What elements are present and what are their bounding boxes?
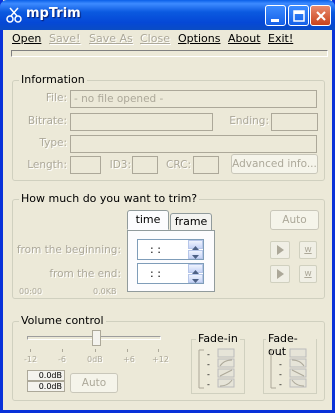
file-value: - no file opened - xyxy=(74,93,164,105)
play-icon xyxy=(277,269,284,279)
w-beginning-button[interactable]: w xyxy=(299,241,317,259)
db-right-readout: 0.0dB xyxy=(27,381,65,392)
tick xyxy=(95,349,96,352)
arrow-down-icon xyxy=(192,255,199,259)
scale-label: -12 xyxy=(24,355,38,364)
fade-in-title: Fade-in xyxy=(196,332,240,345)
tick xyxy=(127,349,128,352)
bitrate-label: Bitrate: xyxy=(27,115,67,127)
fade-in-options: - - - - xyxy=(198,348,235,389)
from-beginning-label: from the beginning: xyxy=(16,244,121,256)
menu-exit[interactable]: Exit! xyxy=(268,32,293,45)
from-beginning-up-arrow[interactable] xyxy=(188,240,203,250)
from-end-up-arrow[interactable] xyxy=(188,264,203,274)
volume-title: Volume control xyxy=(19,314,106,327)
scissors-icon xyxy=(6,7,22,23)
menu-save[interactable]: Save! xyxy=(49,32,80,45)
length-field xyxy=(70,156,101,174)
db-left-readout: 0.0dB xyxy=(27,370,65,381)
file-field: - no file opened - xyxy=(70,90,317,108)
crc-field xyxy=(193,156,219,174)
file-label: File: xyxy=(45,92,67,104)
menu-save-as[interactable]: Save As xyxy=(89,32,133,45)
volume-auto-button[interactable]: Auto xyxy=(70,373,118,393)
close-icon xyxy=(316,11,326,21)
close-window-button[interactable] xyxy=(310,5,331,26)
maximize-button[interactable] xyxy=(288,5,309,26)
svg-text:-: - xyxy=(279,370,282,379)
crc-label: CRC: xyxy=(166,159,191,171)
scale-label: +12 xyxy=(152,355,169,364)
tab-frame[interactable]: frame xyxy=(170,213,212,230)
w-end-button[interactable]: w xyxy=(299,265,317,283)
menu-open[interactable]: Open xyxy=(12,32,41,45)
information-group: Information File: - no file opened - Bit… xyxy=(12,73,325,181)
window-title: mpTrim xyxy=(26,6,81,21)
svg-text:-: - xyxy=(207,370,210,379)
svg-text:-: - xyxy=(207,360,210,369)
tick xyxy=(158,349,159,352)
volume-slider-thumb[interactable] xyxy=(92,330,101,346)
type-label: Type: xyxy=(39,137,67,149)
from-beginning-value: : : xyxy=(150,243,161,256)
volume-group: Volume control -12 -6 0dB +6 +12 0.0dB 0… xyxy=(12,314,325,401)
from-beginning-spinner[interactable]: : : xyxy=(137,239,204,260)
menu-close[interactable]: Close xyxy=(140,32,170,45)
id3-label: ID3: xyxy=(109,159,131,171)
trim-group: How much do you want to trim? time frame… xyxy=(12,192,325,299)
bitrate-field xyxy=(70,113,213,131)
play-icon xyxy=(277,245,284,255)
minimize-icon xyxy=(271,19,279,22)
menu-about[interactable]: About xyxy=(228,32,261,45)
from-end-spinner[interactable]: : : xyxy=(137,263,204,284)
from-beginning-down-arrow[interactable] xyxy=(188,250,203,259)
type-field xyxy=(70,135,317,153)
tick xyxy=(30,349,31,352)
menu-options[interactable]: Options xyxy=(178,32,220,45)
play-end-button[interactable] xyxy=(270,265,290,283)
from-end-down-arrow[interactable] xyxy=(188,274,203,283)
menu-bar: Open Save! Save As Close Options About E… xyxy=(6,30,332,48)
time-readout: 00:00 xyxy=(19,287,43,296)
title-bar[interactable]: mpTrim xyxy=(0,0,335,30)
id3-field xyxy=(132,156,158,174)
fade-in-group: Fade-in - - - - xyxy=(191,332,245,394)
progress-strip xyxy=(11,50,328,57)
advanced-info-button[interactable]: Advanced info... xyxy=(231,154,318,174)
fade-out-options: - - - - xyxy=(270,348,307,389)
scale-label: 0dB xyxy=(87,355,103,364)
scale-label: +6 xyxy=(123,355,135,364)
svg-text:-: - xyxy=(207,380,210,389)
from-end-value: : : xyxy=(150,267,161,280)
svg-text:-: - xyxy=(279,350,282,359)
svg-text:-: - xyxy=(207,350,210,359)
svg-text:-: - xyxy=(279,380,282,389)
arrow-down-icon xyxy=(192,279,199,283)
length-label: Length: xyxy=(27,159,67,171)
play-beginning-button[interactable] xyxy=(270,241,290,259)
tick xyxy=(62,349,63,352)
scale-label: -6 xyxy=(58,355,66,364)
ending-field xyxy=(271,113,318,131)
svg-text:-: - xyxy=(279,360,282,369)
maximize-icon xyxy=(293,10,305,22)
information-title: Information xyxy=(19,73,87,86)
from-end-label: from the end: xyxy=(49,268,121,280)
main-window: mpTrim Open Save! Save As Close Options … xyxy=(0,0,335,413)
ending-label: Ending: xyxy=(229,115,269,127)
fade-out-group: Fade-out - - - - xyxy=(263,332,317,394)
trim-title: How much do you want to trim? xyxy=(19,192,200,205)
tab-time[interactable]: time xyxy=(127,210,169,230)
minimize-button[interactable] xyxy=(265,5,286,26)
size-readout: 0.0KB xyxy=(93,287,117,296)
trim-auto-button[interactable]: Auto xyxy=(270,210,319,230)
